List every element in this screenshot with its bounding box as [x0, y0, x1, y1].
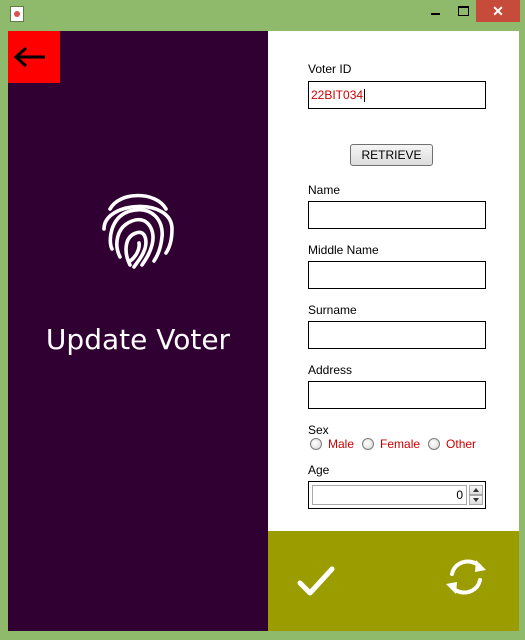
sex-radio-other[interactable]: Other — [428, 437, 476, 451]
radio-circle-icon — [428, 438, 441, 450]
retrieve-button[interactable]: RETRIEVE — [350, 144, 433, 166]
sex-option-label: Other — [446, 437, 477, 451]
minimize-button[interactable] — [423, 0, 447, 22]
age-label: Age — [308, 463, 330, 477]
address-field[interactable] — [308, 381, 486, 409]
surname-label: Surname — [308, 303, 357, 317]
radio-circle-icon — [310, 438, 322, 450]
checkmark-icon — [297, 566, 335, 596]
radio-circle-icon — [362, 438, 375, 450]
confirm-button[interactable] — [294, 561, 338, 601]
left-panel: Update Voter — [8, 31, 268, 631]
maximize-icon — [457, 6, 469, 16]
client-area: Update Voter Voter ID 22BIT034 RETRIEVE … — [8, 31, 519, 631]
minimize-icon — [430, 13, 440, 15]
voter-form: Voter ID 22BIT034 RETRIEVE Name Middle N… — [268, 31, 519, 531]
age-spinner[interactable]: 0 — [308, 481, 486, 509]
sex-radio-group: Male Female Other — [310, 437, 484, 451]
sex-option-label: Male — [328, 437, 355, 451]
sex-label: Sex — [308, 423, 329, 437]
spinner-down-button[interactable] — [469, 495, 483, 505]
maximize-button[interactable] — [451, 0, 475, 22]
name-label: Name — [308, 183, 341, 197]
voter-id-label: Voter ID — [308, 62, 352, 76]
age-value[interactable]: 0 — [312, 485, 467, 505]
middle-name-label: Middle Name — [308, 243, 379, 257]
arrow-left-icon — [13, 46, 45, 68]
surname-field[interactable] — [308, 321, 486, 349]
page-title: Update Voter — [45, 323, 231, 356]
title-bar: ✕ — [0, 0, 525, 28]
voter-id-field[interactable]: 22BIT034 — [308, 81, 486, 109]
sex-option-label: Female — [380, 437, 421, 451]
refresh-icon — [446, 559, 486, 595]
java-app-icon — [10, 6, 24, 22]
close-button[interactable]: ✕ — [476, 0, 520, 22]
text-caret — [364, 88, 366, 102]
close-icon: ✕ — [492, 2, 504, 19]
sex-radio-male[interactable]: Male — [310, 437, 354, 451]
application-window: ✕ Update Voter Voter ID 22BIT034 RETRIEV… — [0, 0, 525, 640]
middle-name-field[interactable] — [308, 261, 486, 289]
address-label: Address — [308, 363, 353, 377]
back-button[interactable] — [8, 31, 60, 83]
refresh-button[interactable] — [442, 554, 490, 600]
name-field[interactable] — [308, 201, 486, 229]
window-bottom-edge — [0, 631, 525, 640]
sex-radio-female[interactable]: Female — [362, 437, 420, 451]
spinner-up-button[interactable] — [469, 485, 483, 495]
voter-id-value: 22BIT034 — [311, 88, 364, 102]
fingerprint-icon — [102, 193, 174, 269]
action-bar — [268, 531, 519, 631]
